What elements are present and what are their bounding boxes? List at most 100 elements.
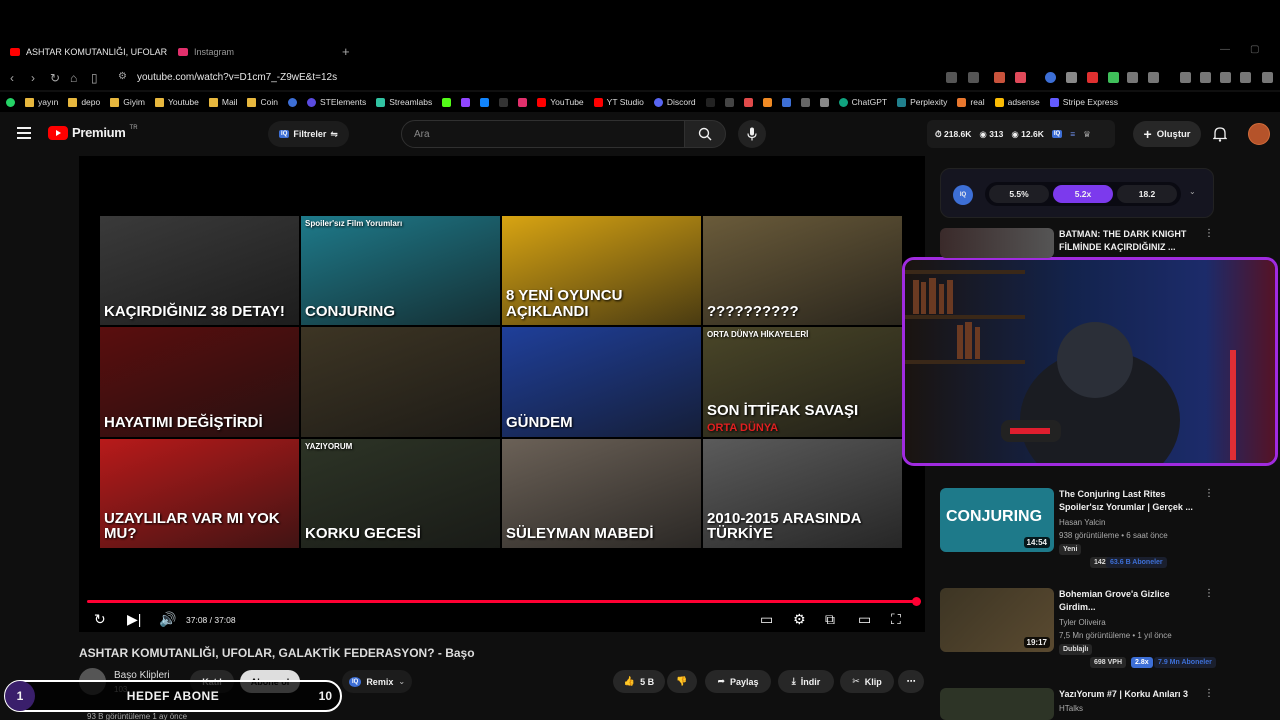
end-screen-video[interactable]: Spoiler'sız Film Yorumları CONJURING bbox=[301, 216, 500, 326]
bookmark-link[interactable]: STElements bbox=[306, 97, 366, 107]
iq-metric[interactable]: 5.5% bbox=[989, 185, 1049, 203]
volume-icon[interactable]: 🔊 bbox=[159, 611, 176, 628]
more-vert-icon[interactable]: ⋮ bbox=[1204, 228, 1214, 239]
bookmark-folder[interactable]: Youtube bbox=[154, 97, 199, 107]
more-vert-icon[interactable]: ⋮ bbox=[1204, 688, 1214, 699]
bookmark-link[interactable]: real bbox=[957, 97, 985, 107]
end-screen-video[interactable]: ORTA DÜNYA HİKAYELERİ SON İTTİFAK SAVAŞI O… bbox=[703, 327, 902, 437]
bookmark-folder[interactable]: Coin bbox=[247, 97, 278, 107]
end-screen-video[interactable]: UZAYLILAR VAR MI YOK MU? bbox=[100, 438, 299, 548]
replay-icon[interactable]: ↻ bbox=[94, 611, 106, 628]
video-player[interactable]: KAÇIRDIĞINIZ 38 DETAY! Spoiler'sız Film Y… bbox=[79, 156, 925, 632]
recommendation-thumbnail[interactable] bbox=[940, 228, 1054, 258]
recommendation-channel[interactable]: Tyler Oliveira bbox=[1059, 618, 1106, 627]
create-button[interactable]: + Oluştur bbox=[1133, 121, 1201, 147]
download-icon[interactable] bbox=[1220, 72, 1231, 83]
end-screen-video[interactable]: KAÇIRDIĞINIZ 38 DETAY! bbox=[100, 216, 299, 326]
extension-icon[interactable] bbox=[1148, 72, 1159, 83]
search-button[interactable] bbox=[684, 120, 726, 148]
recommendation-channel[interactable]: Hasan Yalcin bbox=[1059, 518, 1105, 527]
bookmark-link[interactable]: Stripe Express bbox=[1049, 97, 1118, 107]
bookmark-link[interactable] bbox=[762, 97, 772, 107]
scrubber-handle[interactable] bbox=[912, 597, 921, 606]
bookmark-link[interactable] bbox=[442, 97, 452, 107]
miniplayer-icon[interactable]: ⧉ bbox=[825, 611, 835, 628]
end-screen-video[interactable]: 2010-2015 ARASINDA TÜRKİYE bbox=[703, 438, 902, 548]
fullscreen-icon[interactable]: ⛶ bbox=[891, 611, 901, 628]
back-icon[interactable]: ‹ bbox=[10, 71, 14, 85]
theater-mode-icon[interactable]: ▭ bbox=[858, 611, 871, 628]
bookmark-link[interactable] bbox=[499, 97, 509, 107]
extension-icon[interactable] bbox=[1087, 72, 1098, 83]
notifications-bell-icon[interactable] bbox=[1213, 126, 1227, 142]
search-input[interactable]: Ara bbox=[401, 120, 685, 148]
bookmark-folder[interactable]: Giyim bbox=[110, 97, 145, 107]
end-screen-video[interactable]: HAYATIMI DEĞİŞTİRDİ bbox=[100, 327, 299, 437]
extensions-puzzle-icon[interactable] bbox=[1127, 72, 1138, 83]
leo-icon[interactable] bbox=[1240, 72, 1251, 83]
bookmark-link[interactable] bbox=[518, 97, 528, 107]
chevron-down-icon[interactable]: ⌄ bbox=[1189, 187, 1196, 196]
bookmark-link[interactable] bbox=[819, 97, 829, 107]
bookmark-link[interactable] bbox=[461, 97, 471, 107]
bookmark-link[interactable]: Discord bbox=[653, 97, 696, 107]
end-screen-video[interactable]: SÜLEYMAN MABEDİ bbox=[502, 438, 701, 548]
extension-icon[interactable] bbox=[1045, 72, 1056, 83]
recommendation-thumbnail[interactable] bbox=[940, 688, 1054, 720]
recommendation-item[interactable]: CONJURING 14:54 The Conjuring Last Rites… bbox=[940, 488, 1270, 568]
bookmark-link[interactable] bbox=[800, 97, 810, 107]
site-info-icon[interactable]: ⚙ bbox=[118, 71, 127, 82]
remix-button[interactable]: IQ Remix ⌄ bbox=[342, 670, 412, 693]
bookmark-link[interactable] bbox=[705, 97, 715, 107]
extension-icon[interactable] bbox=[1066, 72, 1077, 83]
share-button[interactable]: ➦ Paylaş bbox=[705, 670, 771, 693]
recommendation-thumbnail[interactable]: 19:17 bbox=[940, 588, 1054, 652]
recommendation-title[interactable]: Bohemian Grove'a Gizlice Girdim... bbox=[1059, 588, 1199, 614]
tab-youtube[interactable]: ASHTAR KOMUTANLIĞI, UFOLAR ✕ bbox=[10, 43, 188, 61]
new-tab-icon[interactable]: + bbox=[342, 44, 350, 59]
extension-icon[interactable] bbox=[1108, 72, 1119, 83]
forward-icon[interactable]: › bbox=[31, 71, 35, 85]
bookmark-link[interactable] bbox=[781, 97, 791, 107]
end-screen-video[interactable]: GÜNDEM bbox=[502, 327, 701, 437]
voice-search-button[interactable] bbox=[738, 120, 766, 148]
recommendation-item[interactable]: BATMAN: THE DARK KNIGHT FİLMİNDE KAÇIRDI… bbox=[940, 228, 1270, 258]
iq-metric[interactable]: 18.2 bbox=[1117, 185, 1177, 203]
end-screen-video[interactable]: 8 YENİ OYUNCU AÇIKLANDI bbox=[502, 216, 701, 326]
next-icon[interactable]: ▶| bbox=[127, 611, 141, 628]
recommendation-item[interactable]: YazıYorum #7 | Korku Anıları 3 HTalks ⋮ bbox=[940, 688, 1270, 720]
clip-button[interactable]: ✂ Klip bbox=[840, 670, 894, 693]
bookmark-link[interactable] bbox=[724, 97, 734, 107]
like-button[interactable]: 👍 5 B bbox=[613, 670, 665, 693]
recommendation-title[interactable]: The Conjuring Last Rites Spoiler'sız Yor… bbox=[1059, 488, 1199, 514]
extension-icon[interactable] bbox=[1015, 72, 1026, 83]
channel-stats[interactable]: ⏱ 218.6K ◉ 313 ◉ 12.6K IQ ≡ ♕ bbox=[927, 120, 1115, 148]
media-icon[interactable] bbox=[1180, 72, 1191, 83]
reload-icon[interactable]: ↻ bbox=[50, 71, 60, 85]
end-screen-video[interactable]: ?????????? bbox=[703, 216, 902, 326]
bookmark-whatsapp[interactable] bbox=[6, 97, 15, 107]
bookmark-icon[interactable]: ▯ bbox=[91, 71, 98, 85]
bookmark-folder[interactable]: Mail bbox=[208, 97, 237, 107]
recommendation-item[interactable]: 19:17 Bohemian Grove'a Gizlice Girdim...… bbox=[940, 588, 1270, 668]
dislike-button[interactable]: 👎 bbox=[667, 670, 697, 693]
iq-metric-active[interactable]: 5.2x bbox=[1053, 185, 1113, 203]
bookmark-folder[interactable]: yayın bbox=[25, 97, 58, 107]
subtitles-icon[interactable]: ▭ bbox=[760, 611, 773, 628]
recommendation-channel[interactable]: HTalks bbox=[1059, 704, 1083, 713]
cast-icon[interactable] bbox=[946, 72, 957, 83]
bookmark-link[interactable]: Streamlabs bbox=[376, 97, 432, 107]
restore-icon[interactable]: ▢ bbox=[1250, 44, 1259, 55]
bookmark-folder[interactable]: depo bbox=[68, 97, 100, 107]
progress-bar[interactable] bbox=[87, 600, 917, 603]
avatar[interactable] bbox=[1248, 123, 1270, 145]
more-actions-button[interactable]: ⋯ bbox=[898, 670, 924, 693]
end-screen-video[interactable] bbox=[301, 327, 500, 437]
minimize-icon[interactable]: — bbox=[1220, 44, 1230, 55]
bookmark-link[interactable]: adsense bbox=[994, 97, 1040, 107]
bookmark-link[interactable]: YouTube bbox=[537, 97, 584, 107]
download-button[interactable]: ⤓ İndir bbox=[778, 670, 834, 693]
filters-button[interactable]: IQ Filtreler ⇋ bbox=[268, 121, 349, 147]
brave-icon[interactable] bbox=[994, 72, 1005, 83]
recommendation-thumbnail[interactable]: CONJURING 14:54 bbox=[940, 488, 1054, 552]
